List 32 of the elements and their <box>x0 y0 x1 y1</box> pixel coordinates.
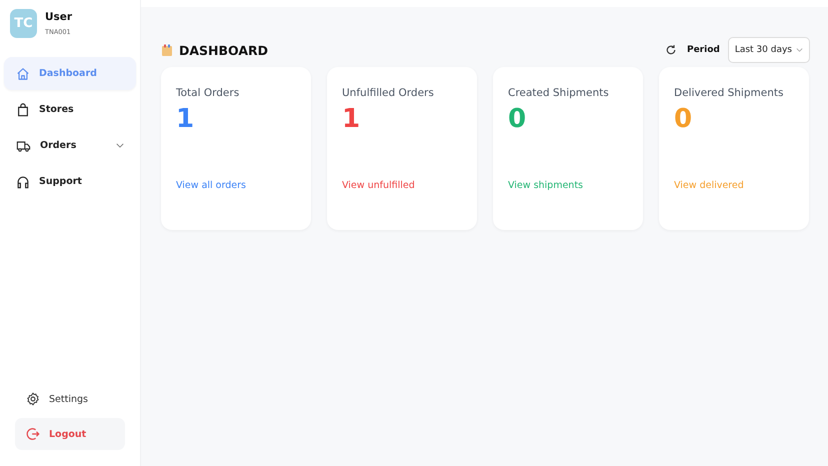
chevron-icon <box>796 48 803 52</box>
card-title: Total Orders <box>176 87 240 99</box>
page-title: DASHBOARD <box>179 42 268 58</box>
card-link[interactable]: View shipments <box>508 180 628 191</box>
settings-icon <box>26 392 40 406</box>
refresh-icon <box>664 44 677 56</box>
period-label: Period <box>686 45 720 55</box>
card-title: Created Shipments <box>508 87 610 99</box>
card-link[interactable]: View delivered <box>674 180 794 191</box>
card-value: 0 <box>674 104 694 134</box>
nav-item[interactable]: Orders <box>4 129 136 162</box>
headphones-icon <box>16 174 30 188</box>
logout-icon <box>26 427 40 441</box>
user-name: User <box>45 11 72 23</box>
home-icon <box>16 66 30 80</box>
nav-item[interactable]: Dashboard <box>4 57 136 90</box>
card-link[interactable]: View all orders <box>176 180 296 191</box>
shopping-bag-icon <box>16 102 30 116</box>
nav-item[interactable]: Support <box>4 165 136 198</box>
truck-icon <box>16 138 31 152</box>
nav-item[interactable]: Stores <box>4 93 136 126</box>
card-value: 1 <box>176 104 196 134</box>
card-link[interactable]: View unfulfilled <box>342 180 462 191</box>
logout-button[interactable]: Logout <box>15 418 125 450</box>
user-avatar: TC <box>10 9 37 38</box>
clipboard-icon <box>161 44 173 56</box>
card-value: 0 <box>508 104 528 134</box>
card-title: Delivered Shipments <box>674 87 784 99</box>
card-title: Unfulfilled Orders <box>342 87 435 99</box>
period-dropdown[interactable]: Last 30 days <box>728 37 810 63</box>
settings-button[interactable]: Settings <box>15 383 125 415</box>
card-value: 1 <box>342 104 362 134</box>
